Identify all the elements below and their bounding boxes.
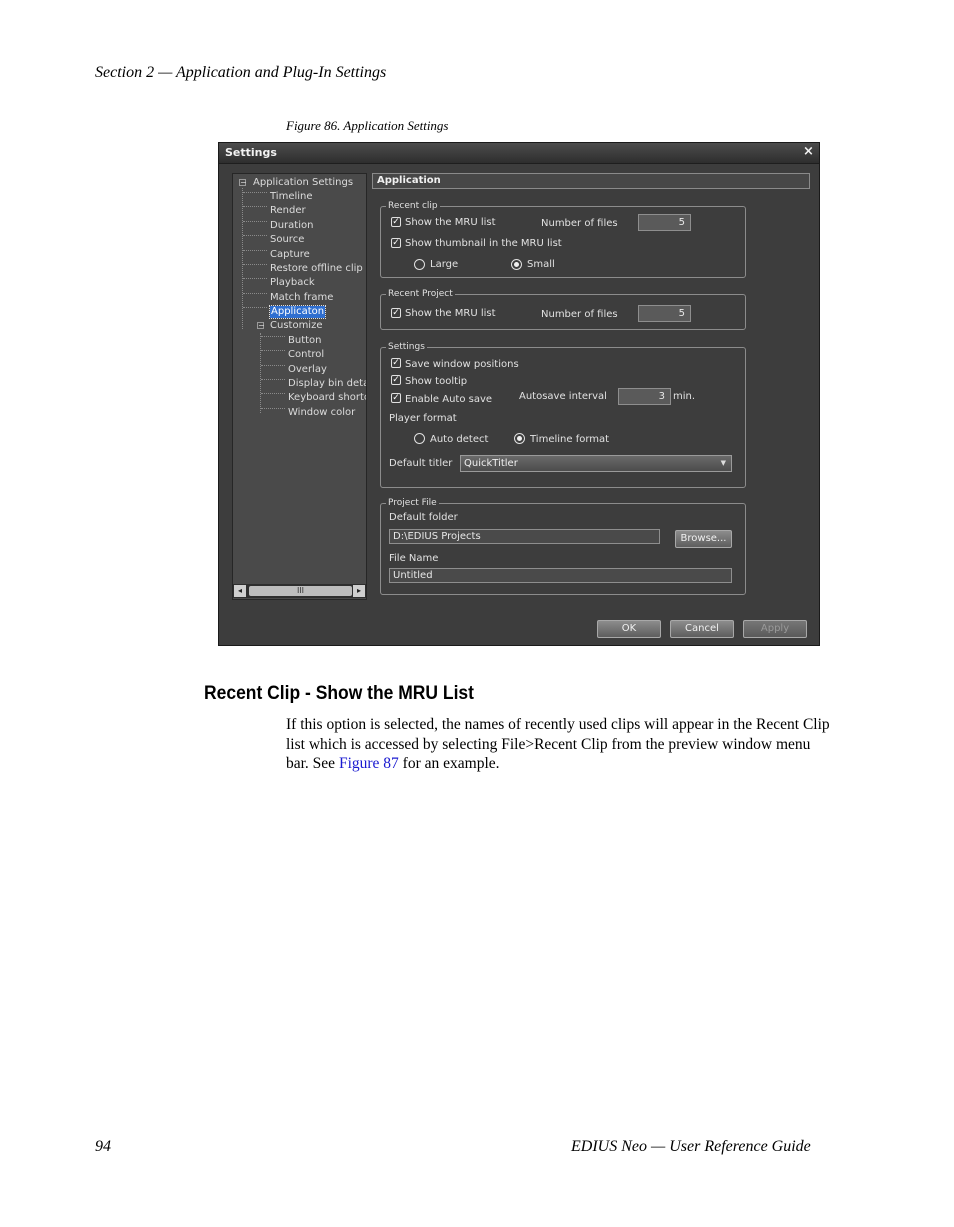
chevron-down-icon: ▼ <box>720 459 726 467</box>
file-name-label: File Name <box>389 553 439 564</box>
recent-clip-group: Recent clip ✓ Show the MRU list Number o… <box>380 201 746 278</box>
save-window-positions-checkbox[interactable]: ✓ <box>391 358 401 368</box>
tree-horizontal-scrollbar[interactable]: ◂ III ▸ <box>233 584 366 598</box>
tree-item-overlay[interactable]: Overlay <box>288 364 327 376</box>
scroll-left-icon[interactable]: ◂ <box>234 585 246 597</box>
group-label-recent-project: Recent Project <box>386 289 455 299</box>
recent-project-show-mru-label: Show the MRU list <box>405 308 496 319</box>
recent-clip-num-files-label: Number of files <box>541 218 618 229</box>
enable-autosave-label: Enable Auto save <box>405 394 493 405</box>
recent-project-show-mru-checkbox[interactable]: ✓ <box>391 308 401 318</box>
tree-item-application-settings[interactable]: Application Settings <box>253 177 353 189</box>
show-thumbnail-checkbox[interactable]: ✓ <box>391 238 401 248</box>
save-window-positions-label: Save window positions <box>405 359 519 370</box>
group-label-project-file: Project File <box>386 498 439 508</box>
thumbnail-small-radio[interactable] <box>511 259 522 270</box>
autosave-unit: min. <box>673 391 696 402</box>
autosave-interval-label: Autosave interval <box>519 391 607 402</box>
tree-item-capture[interactable]: Capture <box>270 249 310 261</box>
figure-87-link[interactable]: Figure 87 <box>339 755 399 772</box>
default-folder-input[interactable]: D:\EDIUS Projects <box>389 529 660 544</box>
timeline-format-label: Timeline format <box>530 434 610 445</box>
recent-project-group: Recent Project ✓ Show the MRU list Numbe… <box>380 289 746 330</box>
tree-item-application[interactable]: Applicaton <box>268 305 327 319</box>
footer-title: EDIUS Neo — User Reference Guide <box>571 1138 811 1155</box>
figure-caption: Figure 86. Application Settings <box>286 118 449 133</box>
group-label-settings: Settings <box>386 342 427 352</box>
page-number: 94 <box>95 1138 111 1155</box>
scroll-thumb[interactable]: III <box>249 586 352 596</box>
show-thumbnail-label: Show thumbnail in the MRU list <box>405 238 562 249</box>
player-format-label: Player format <box>389 413 457 424</box>
file-name-input[interactable]: Untitled <box>389 568 732 583</box>
settings-tree[interactable]: − Application Settings Timeline Render D… <box>232 173 367 600</box>
title-bar[interactable]: Settings × <box>219 143 819 164</box>
recent-clip-num-files-input[interactable]: 5 <box>638 214 691 231</box>
default-titler-select[interactable]: QuickTitler ▼ <box>460 455 732 472</box>
show-tooltip-label: Show tooltip <box>405 376 468 387</box>
tree-item-render[interactable]: Render <box>270 205 306 217</box>
tree-item-window-color[interactable]: Window color <box>288 407 355 419</box>
scroll-right-icon[interactable]: ▸ <box>353 585 365 597</box>
tree-item-duration[interactable]: Duration <box>270 220 313 232</box>
settings-group: Settings ✓ Save window positions ✓ Show … <box>380 342 746 488</box>
autosave-interval-input[interactable]: 3 <box>618 388 671 405</box>
tree-item-playback[interactable]: Playback <box>270 277 315 289</box>
group-label-recent-clip: Recent clip <box>386 201 440 211</box>
tree-item-display-bin-details[interactable]: Display bin details <box>288 378 366 390</box>
default-folder-label: Default folder <box>389 512 458 523</box>
running-header: Section 2 — Application and Plug-In Sett… <box>95 64 387 81</box>
show-tooltip-checkbox[interactable]: ✓ <box>391 375 401 385</box>
auto-detect-label: Auto detect <box>430 434 489 445</box>
default-titler-label: Default titler <box>389 458 453 469</box>
recent-project-num-files-label: Number of files <box>541 309 618 320</box>
tree-item-control[interactable]: Control <box>288 349 324 361</box>
tree-item-timeline[interactable]: Timeline <box>270 191 313 203</box>
body-paragraph: If this option is selected, the names of… <box>286 715 834 774</box>
section-title: Recent Clip - Show the MRU List <box>204 683 474 704</box>
settings-dialog: Settings × − Application Settings Timeli… <box>218 142 820 646</box>
recent-project-num-files-input[interactable]: 5 <box>638 305 691 322</box>
close-icon[interactable]: × <box>803 144 814 159</box>
enable-autosave-checkbox[interactable]: ✓ <box>391 393 401 403</box>
tree-item-restore-offline-clip[interactable]: Restore offline clip <box>270 263 363 275</box>
ok-button[interactable]: OK <box>597 620 661 638</box>
recent-clip-show-mru-label: Show the MRU list <box>405 217 496 228</box>
project-file-group: Project File Default folder D:\EDIUS Pro… <box>380 498 746 595</box>
recent-clip-show-mru-checkbox[interactable]: ✓ <box>391 217 401 227</box>
dialog-title: Settings <box>225 146 277 159</box>
timeline-format-radio[interactable] <box>514 433 525 444</box>
browse-button[interactable]: Browse... <box>675 530 732 548</box>
tree-item-source[interactable]: Source <box>270 234 304 246</box>
default-titler-value: QuickTitler <box>464 458 518 469</box>
collapse-toggle-application-settings[interactable]: − <box>239 179 247 187</box>
tree-item-match-frame[interactable]: Match frame <box>270 292 333 304</box>
panel-title: Application <box>377 175 441 186</box>
tree-item-button[interactable]: Button <box>288 335 322 347</box>
thumbnail-large-radio[interactable] <box>414 259 425 270</box>
apply-button[interactable]: Apply <box>743 620 807 638</box>
auto-detect-radio[interactable] <box>414 433 425 444</box>
paragraph-text-end: for an example. <box>398 755 500 772</box>
tree-item-keyboard-shortcut[interactable]: Keyboard shortcut <box>288 392 366 404</box>
panel-header: Application <box>372 173 810 189</box>
thumbnail-large-label: Large <box>430 259 459 270</box>
cancel-button[interactable]: Cancel <box>670 620 734 638</box>
tree-item-customize[interactable]: Customize <box>270 320 323 332</box>
collapse-toggle-customize[interactable]: − <box>257 322 265 330</box>
thumbnail-small-label: Small <box>527 259 555 270</box>
